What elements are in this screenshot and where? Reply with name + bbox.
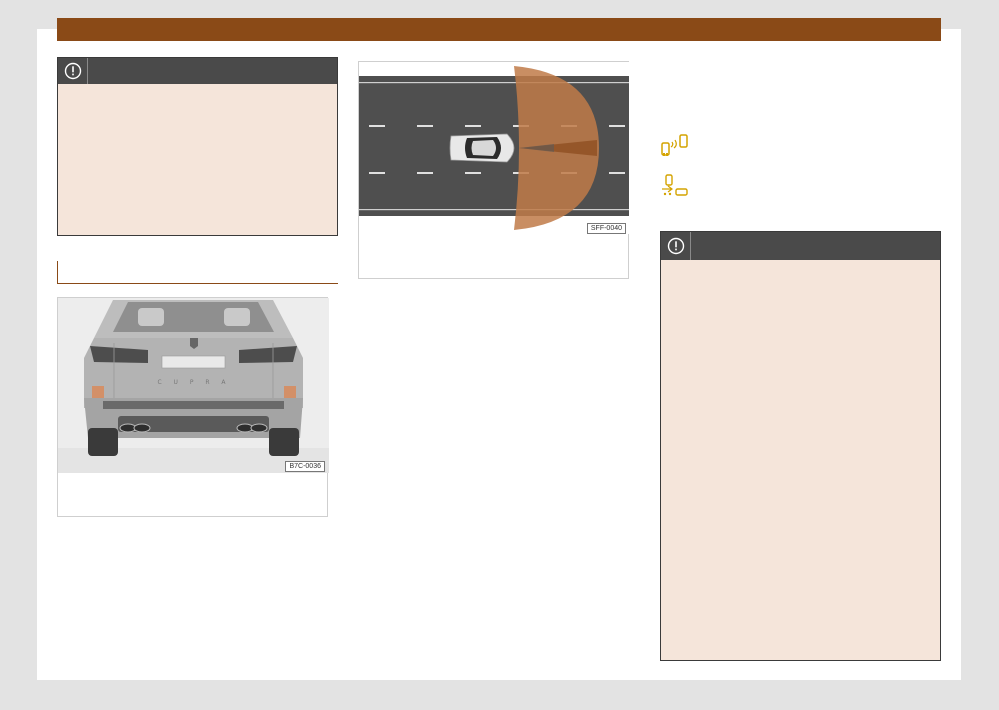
rear-left-sensor: [92, 386, 104, 398]
svg-text:C U P R A: C U P R A: [157, 379, 230, 386]
rear-car-illustration: C U P R A: [58, 298, 329, 473]
warning-box-header: [661, 232, 940, 260]
road-coverage-illustration: [359, 62, 629, 234]
header-bar: [57, 18, 941, 41]
figure-code: B7C-0036: [285, 461, 325, 472]
traffic-warning-car-icon: [662, 174, 688, 196]
exclamation-circle-icon: [661, 232, 691, 260]
warning-box-right: [660, 231, 941, 661]
parking-sensor-car-icon: [661, 134, 688, 156]
rear-right-sensor: [284, 386, 296, 398]
warning-box-header: [58, 58, 337, 84]
warning-box-left: [57, 57, 338, 236]
figure-road-coverage: SFF-0040: [358, 61, 629, 279]
exclamation-circle-icon: [58, 58, 88, 84]
figure-rear-sensors: C U P R A B7C-0036: [57, 297, 329, 517]
section-heading-rule: [57, 261, 338, 284]
figure-code: SFF-0040: [586, 223, 626, 234]
